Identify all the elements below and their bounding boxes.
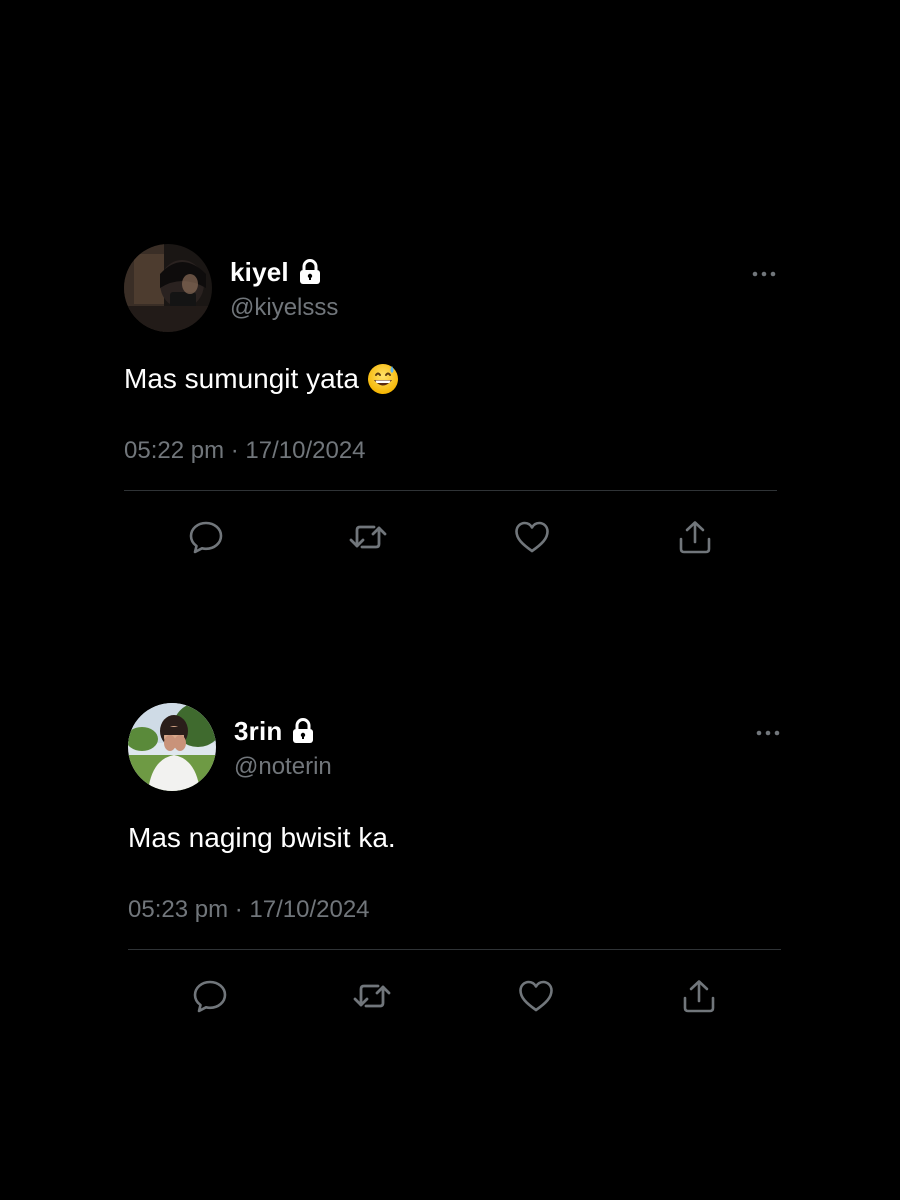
action-bar [128, 950, 781, 1042]
retweet-icon [352, 978, 392, 1019]
handle[interactable]: @kiyelsss [230, 294, 338, 322]
grinning-sweat-emoji-icon [367, 363, 399, 395]
display-name-row: kiyel [230, 256, 338, 288]
share-icon [677, 519, 713, 560]
reply-icon [188, 519, 224, 560]
tweet-text-content: Mas naging bwisit ka. [128, 822, 396, 853]
tweet-header: 3rin @noterin [128, 703, 781, 791]
avatar[interactable] [128, 703, 216, 791]
heart-icon [518, 979, 554, 1018]
tweet-text: Mas naging bwisit ka. [128, 821, 781, 855]
tweet-date: 17/10/2024 [249, 896, 370, 923]
share-icon [681, 978, 717, 1019]
lock-icon [299, 259, 321, 285]
display-name-row: 3rin [234, 715, 332, 747]
lock-icon [292, 718, 314, 744]
share-button[interactable] [675, 519, 715, 559]
tweet-timestamp[interactable]: 05:23 pm · 17/10/2024 [128, 895, 781, 925]
tweet-timestamp[interactable]: 05:22 pm · 17/10/2024 [124, 436, 777, 466]
action-bar [124, 491, 777, 583]
retweet-button[interactable] [348, 519, 388, 559]
handle[interactable]: @noterin [234, 753, 332, 781]
meta-separator: · [228, 896, 250, 923]
more-options-icon[interactable] [751, 264, 777, 284]
display-name[interactable]: 3rin [234, 716, 282, 747]
reply-icon [192, 978, 228, 1019]
share-button[interactable] [679, 978, 719, 1018]
like-button[interactable] [516, 978, 556, 1018]
author-names: kiyel @kiyelsss [230, 256, 338, 322]
reply-button[interactable] [190, 978, 230, 1018]
retweet-button[interactable] [352, 978, 392, 1018]
more-options-icon[interactable] [755, 723, 781, 743]
meta-separator: · [224, 437, 246, 464]
tweet-header: kiyel @kiyelsss [124, 244, 777, 332]
author-names: 3rin @noterin [234, 715, 332, 781]
like-button[interactable] [512, 519, 552, 559]
display-name[interactable]: kiyel [230, 257, 289, 288]
heart-icon [514, 520, 550, 559]
tweet-text: Mas sumungit yata [124, 362, 777, 396]
tweet-date: 17/10/2024 [245, 437, 366, 464]
retweet-icon [348, 519, 388, 560]
reply-button[interactable] [186, 519, 226, 559]
tweet-card[interactable]: kiyel @kiyelsss Mas sumungit yata 05:22 … [124, 244, 777, 583]
avatar[interactable] [124, 244, 212, 332]
tweet-time: 05:23 pm [128, 896, 229, 923]
tweet-card[interactable]: 3rin @noterin Mas naging bwisit ka. 05:2… [128, 703, 781, 1042]
tweet-time: 05:22 pm [124, 437, 225, 464]
tweet-text-content: Mas sumungit yata [124, 363, 359, 394]
